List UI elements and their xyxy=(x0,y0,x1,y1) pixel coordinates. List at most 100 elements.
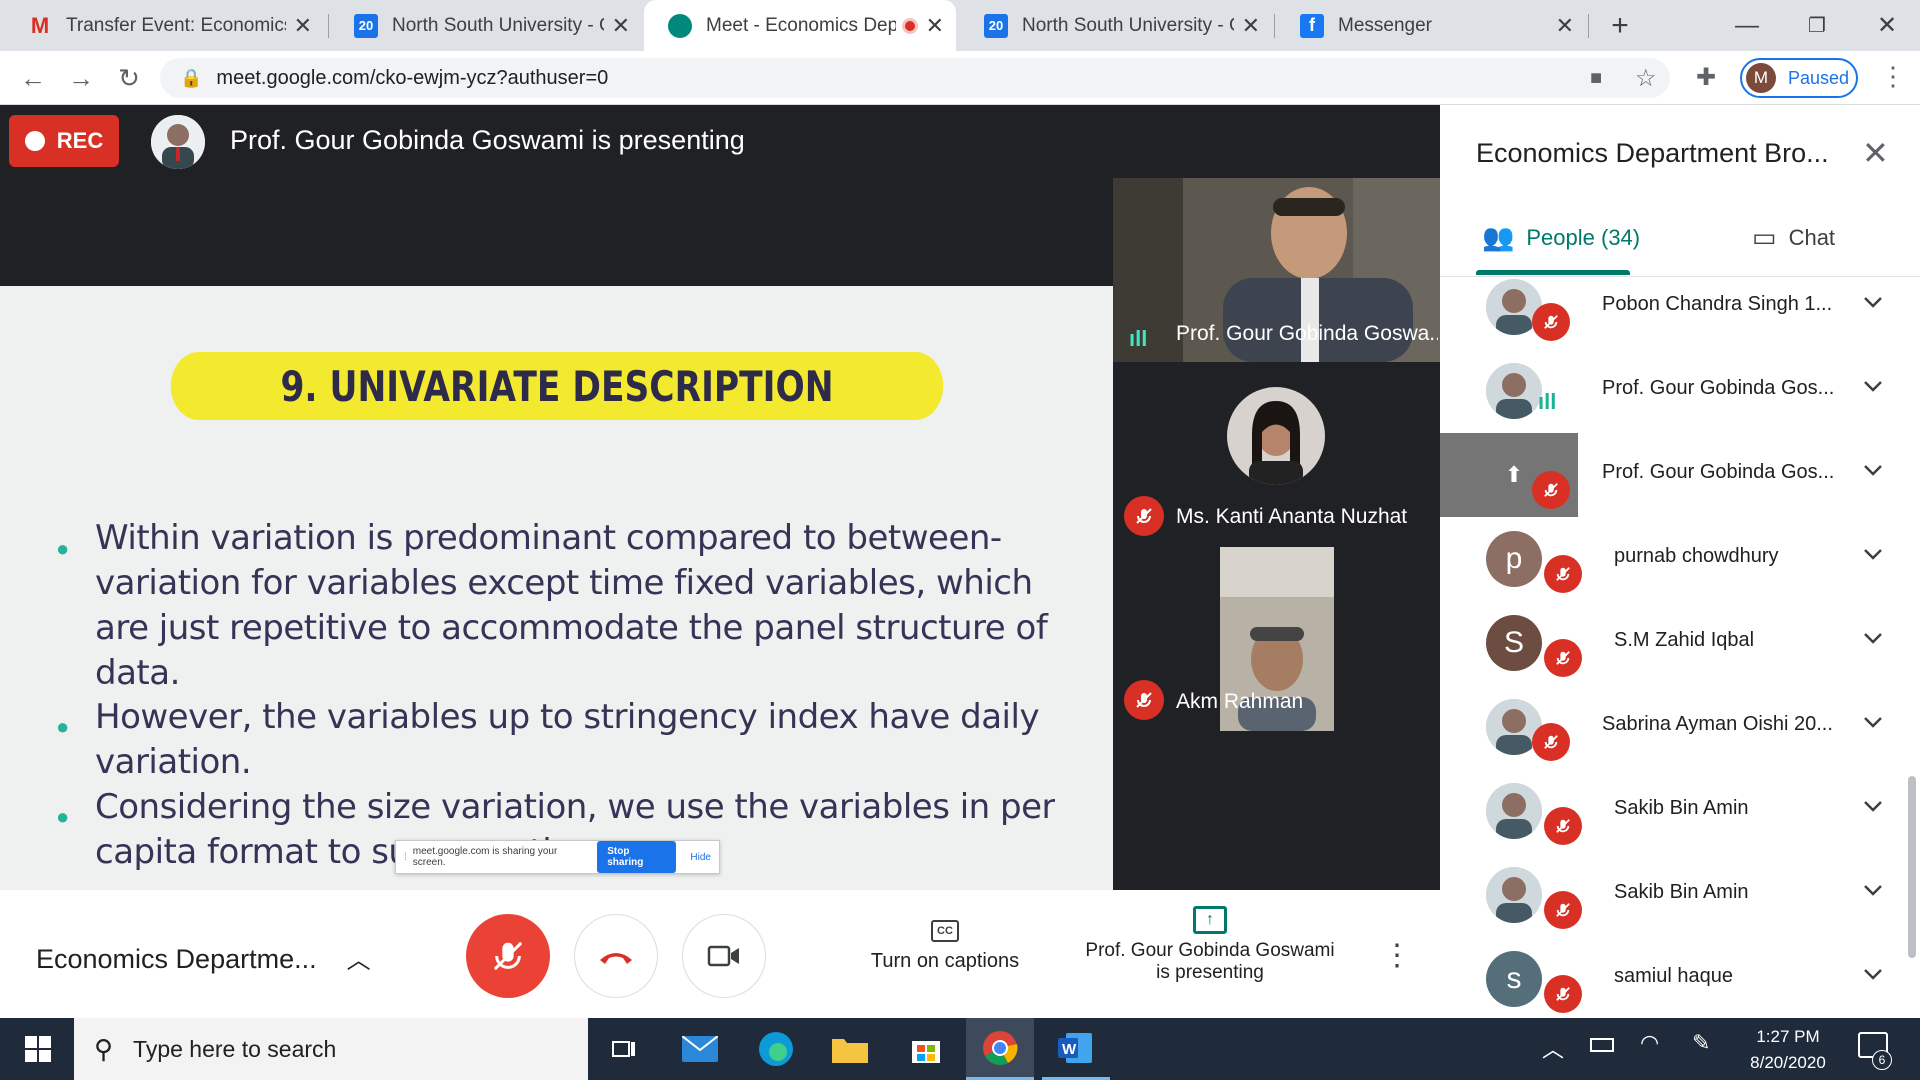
participant-name: Sakib Bin Amin xyxy=(1614,797,1749,819)
avatar xyxy=(1227,387,1325,485)
extensions-icon[interactable]: ✚ xyxy=(1696,63,1716,92)
camera-toggle-button[interactable] xyxy=(682,914,766,998)
word-icon[interactable]: W xyxy=(1042,1018,1110,1080)
mail-icon[interactable] xyxy=(666,1018,734,1080)
avatar: p xyxy=(1486,531,1542,587)
chevron-up-icon[interactable]: ︿ xyxy=(1542,1032,1564,1064)
bookmark-star-icon[interactable]: ☆ xyxy=(1635,64,1657,93)
participant-row[interactable]: Sabrina Ayman Oishi 20... xyxy=(1440,685,1920,769)
participant-row[interactable]: Pobon Chandra Singh 1... xyxy=(1440,265,1920,349)
mic-off-icon xyxy=(1124,496,1164,536)
browser-menu-icon[interactable]: ⋮ xyxy=(1880,61,1906,92)
store-icon[interactable] xyxy=(892,1018,960,1080)
chrome-icon[interactable] xyxy=(966,1018,1034,1080)
participant-name: S.M Zahid Iqbal xyxy=(1614,629,1755,651)
file-explorer-icon[interactable] xyxy=(816,1018,884,1080)
close-tab-icon[interactable]: ✕ xyxy=(294,13,312,39)
tab-gmail[interactable]: M Transfer Event: Economics D ✕ xyxy=(4,0,324,51)
camera-icon xyxy=(707,945,739,967)
close-tab-icon[interactable]: ✕ xyxy=(1556,13,1574,39)
recording-indicator-icon xyxy=(901,17,918,34)
chevron-down-icon[interactable] xyxy=(1858,455,1888,485)
start-button[interactable] xyxy=(4,1018,72,1080)
drag-handle-icon[interactable]: ⁞ xyxy=(404,852,407,863)
meeting-details-button[interactable]: Economics Departme... ︿ xyxy=(36,940,371,975)
chevron-down-icon[interactable] xyxy=(1858,287,1888,317)
browser-toolbar: ← → ↻ 🔒 meet.google.com/cko-ewjm-ycz?aut… xyxy=(0,51,1920,105)
participant-row[interactable]: Sakib Bin Amin xyxy=(1440,853,1920,937)
presenter-avatar xyxy=(151,115,205,169)
screen-share-notice: ⁞ meet.google.com is sharing your screen… xyxy=(395,840,720,874)
chevron-down-icon[interactable] xyxy=(1858,539,1888,569)
address-bar[interactable]: 🔒 meet.google.com/cko-ewjm-ycz?authuser=… xyxy=(160,58,1670,98)
camera-in-use-icon[interactable]: ■ xyxy=(1590,67,1602,90)
avatar xyxy=(1486,363,1542,419)
participant-row[interactable]: S S.M Zahid Iqbal xyxy=(1440,601,1920,685)
search-icon: ⚲ xyxy=(94,1033,114,1064)
close-tab-icon[interactable]: ✕ xyxy=(926,13,944,39)
mic-off-icon xyxy=(1544,975,1582,1013)
taskbar-search[interactable]: ⚲ Type here to search xyxy=(74,1018,588,1080)
chevron-down-icon[interactable] xyxy=(1858,623,1888,653)
hide-notice-button[interactable]: Hide xyxy=(690,852,711,863)
people-icon: 👥 xyxy=(1482,222,1515,252)
participant-name: samiul haque xyxy=(1614,965,1733,987)
forward-button[interactable]: → xyxy=(64,61,98,95)
tab-messenger[interactable]: f Messenger ✕ xyxy=(1276,0,1586,51)
mic-off-icon xyxy=(493,941,523,971)
participant-name: Ms. Kanti Ananta Nuzhat xyxy=(1176,505,1408,528)
pen-icon[interactable]: ✎ xyxy=(1692,1030,1710,1056)
new-tab-button[interactable]: + xyxy=(1585,0,1655,51)
presenting-button[interactable]: ↑ Prof. Gour Gobinda Goswami is presenti… xyxy=(1070,906,1350,984)
reload-button[interactable]: ↻ xyxy=(112,61,146,95)
clock[interactable]: 1:27 PM 8/20/2020 xyxy=(1740,1024,1836,1076)
chevron-down-icon[interactable] xyxy=(1858,959,1888,989)
participant-row[interactable]: p purnab chowdhury xyxy=(1440,517,1920,601)
participant-name: purnab chowdhury xyxy=(1614,545,1779,567)
tab-chat[interactable]: ▭ Chat xyxy=(1752,222,1835,253)
chat-icon: ▭ xyxy=(1752,222,1777,252)
mic-toggle-button[interactable] xyxy=(466,914,550,998)
speaking-indicator-icon: ıll xyxy=(1538,389,1557,414)
captions-button[interactable]: CC Turn on captions xyxy=(860,920,1030,973)
people-scrollbar[interactable] xyxy=(1908,776,1916,958)
battery-icon[interactable] xyxy=(1590,1038,1614,1052)
mic-off-icon xyxy=(1544,639,1582,677)
tab-meet[interactable]: Meet - Economics Dep ✕ xyxy=(644,0,956,51)
stop-sharing-button[interactable]: Stop sharing xyxy=(597,841,677,873)
profile-button[interactable]: M Paused xyxy=(1740,58,1858,98)
restore-button[interactable]: ❐ xyxy=(1782,0,1852,51)
chevron-down-icon[interactable] xyxy=(1858,875,1888,905)
chevron-down-icon[interactable] xyxy=(1858,371,1888,401)
bullet-icon: ● xyxy=(56,804,70,829)
minimize-button[interactable]: — xyxy=(1712,0,1782,51)
close-tab-icon[interactable]: ✕ xyxy=(612,13,630,39)
participant-row[interactable]: s samiul haque xyxy=(1440,937,1920,1021)
slide-bullet: However, the variables up to stringency … xyxy=(95,697,1040,782)
tab-calendar-2[interactable]: 20 North South University - Ca ✕ xyxy=(960,0,1272,51)
tab-calendar-1[interactable]: 20 North South University - Ca ✕ xyxy=(330,0,642,51)
bullet-icon: ● xyxy=(56,714,70,739)
participant-row[interactable]: ⬆ Prof. Gour Gobinda Gos... xyxy=(1440,433,1920,517)
windows-logo-icon xyxy=(25,1036,51,1062)
mic-off-icon xyxy=(1544,891,1582,929)
mic-off-icon xyxy=(1532,723,1570,761)
tab-people[interactable]: 👥 People (34) xyxy=(1482,222,1640,253)
close-panel-icon[interactable]: ✕ xyxy=(1862,134,1889,172)
wifi-icon[interactable]: ◠ xyxy=(1640,1030,1659,1056)
more-options-icon[interactable]: ⋮ xyxy=(1382,938,1412,973)
edge-icon[interactable] xyxy=(742,1018,810,1080)
chevron-down-icon[interactable] xyxy=(1858,791,1888,821)
participant-tile[interactable]: ıll Prof. Gour Gobinda Goswa... xyxy=(1113,178,1440,362)
participant-name: Sabrina Ayman Oishi 20... xyxy=(1602,713,1833,735)
present-screen-icon: ↑ xyxy=(1193,906,1227,934)
window-close-button[interactable]: ✕ xyxy=(1852,0,1920,51)
task-view-icon[interactable] xyxy=(590,1018,658,1080)
chevron-down-icon[interactable] xyxy=(1858,707,1888,737)
speaking-indicator-icon: ıll xyxy=(1129,326,1148,351)
participant-row[interactable]: Sakib Bin Amin xyxy=(1440,769,1920,853)
back-button[interactable]: ← xyxy=(16,61,50,95)
participant-row[interactable]: Prof. Gour Gobinda Gos... ıll xyxy=(1440,349,1920,433)
leave-call-button[interactable] xyxy=(574,914,658,998)
close-tab-icon[interactable]: ✕ xyxy=(1242,13,1260,39)
